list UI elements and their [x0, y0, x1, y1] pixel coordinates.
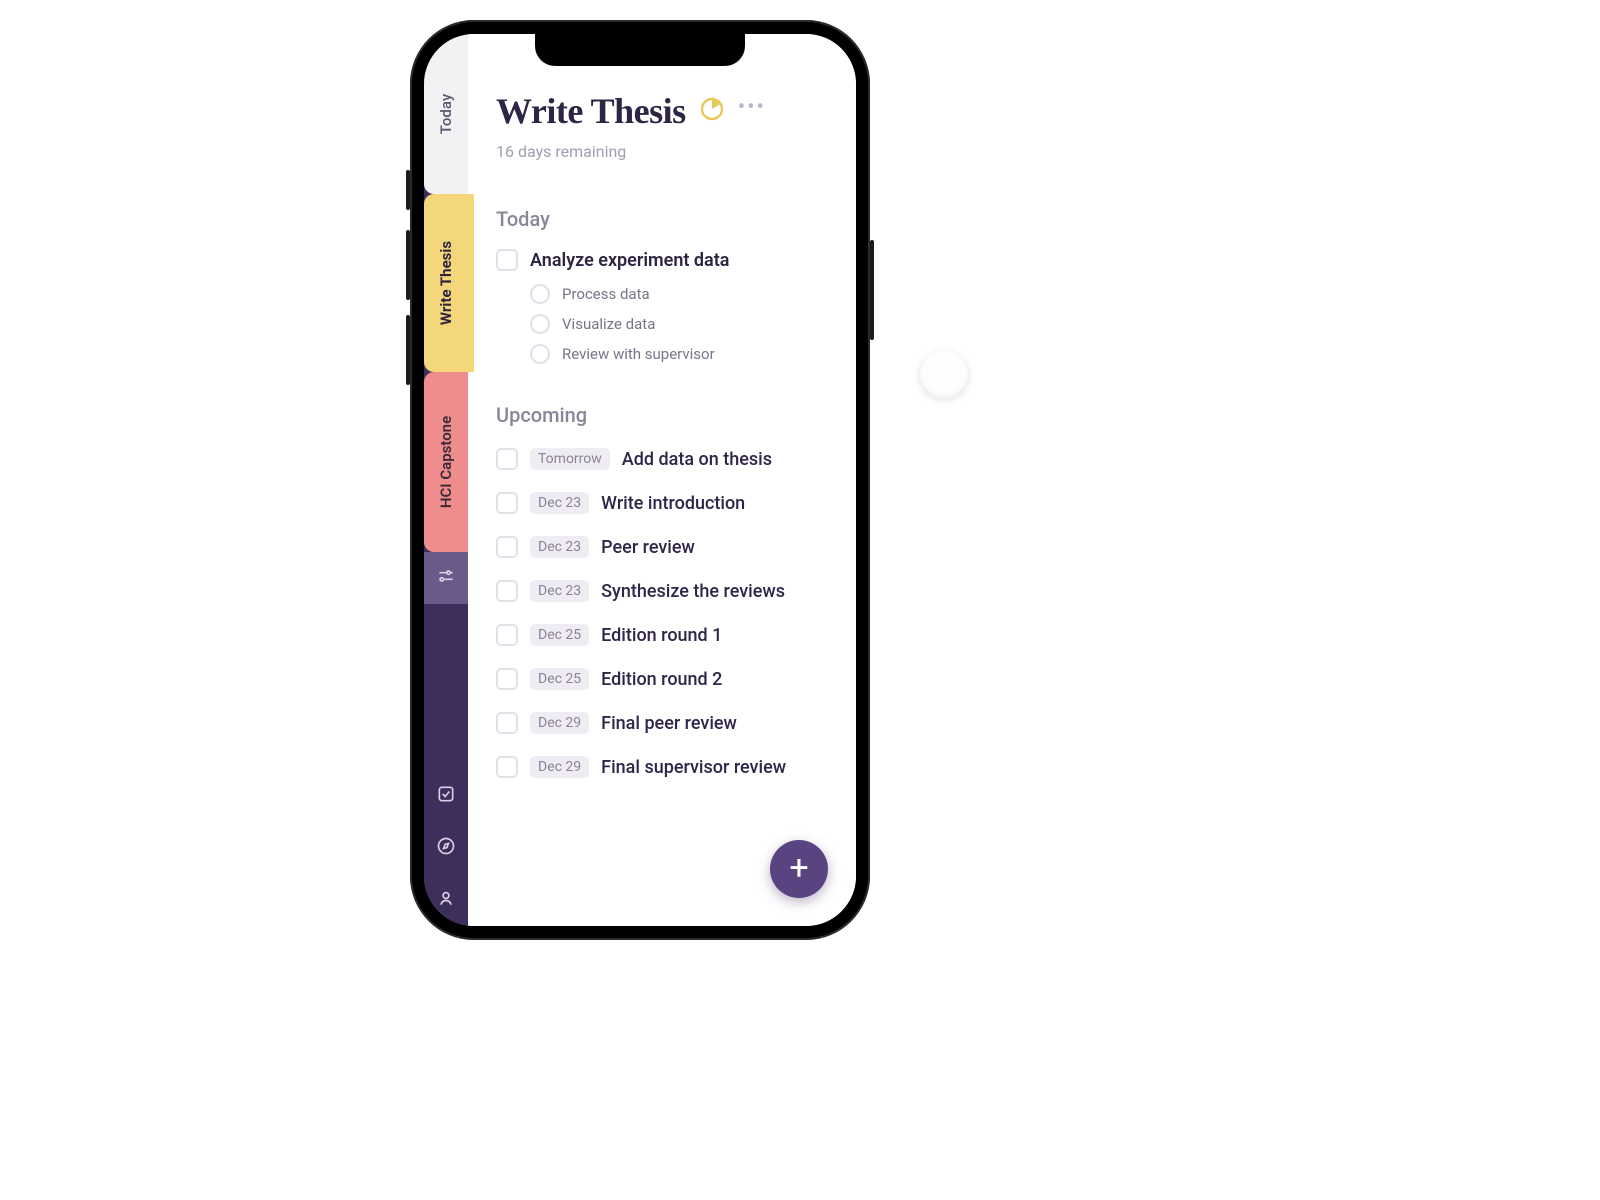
task-checkbox[interactable]: [496, 756, 518, 778]
subtask-label: Process data: [562, 285, 650, 303]
subtask-label: Review with supervisor: [562, 345, 715, 363]
main-content: Write Thesis ••• 16 days remaining Today…: [468, 34, 856, 926]
task-row[interactable]: Dec 29 Final peer review: [496, 701, 836, 745]
task-row[interactable]: Dec 23 Synthesize the reviews: [496, 569, 836, 613]
section-heading-upcoming: Upcoming: [496, 403, 836, 427]
subtask-radio[interactable]: [530, 314, 550, 334]
sidebar-spacer: [424, 604, 468, 770]
sidebar-tab-hci-capstone[interactable]: HCI Capstone: [424, 372, 468, 552]
phone-volume-up: [406, 230, 410, 300]
task-checkbox[interactable]: [496, 712, 518, 734]
sidebar-explore-button[interactable]: [424, 822, 468, 874]
phone-mute-switch: [406, 170, 410, 210]
checkbox-icon: [436, 784, 456, 808]
task-label: Edition round 2: [601, 669, 722, 690]
subtask-list: Process data Visualize data Review with …: [530, 279, 836, 369]
subtask-label: Visualize data: [562, 315, 655, 333]
date-chip: Dec 29: [530, 712, 589, 734]
phone-notch: [535, 34, 745, 66]
task-checkbox[interactable]: [496, 448, 518, 470]
clock-icon[interactable]: [700, 97, 724, 125]
plus-icon: +: [789, 851, 808, 885]
sidebar-rail: Today Write Thesis HCI Capstone: [424, 34, 468, 926]
subtask-row[interactable]: Process data: [530, 279, 836, 309]
add-task-button[interactable]: +: [770, 840, 828, 898]
sidebar-tab-label: Today: [437, 94, 455, 134]
task-checkbox[interactable]: [496, 668, 518, 690]
sidebar-tab-write-thesis[interactable]: Write Thesis: [424, 194, 468, 372]
sidebar-filter-button[interactable]: [424, 552, 468, 604]
date-chip: Dec 25: [530, 668, 589, 690]
task-label: Analyze experiment data: [530, 250, 729, 271]
phone-screen: Today Write Thesis HCI Capstone: [424, 34, 856, 926]
task-label: Final peer review: [601, 713, 737, 734]
phone-volume-down: [406, 315, 410, 385]
date-chip: Dec 25: [530, 624, 589, 646]
task-label: Synthesize the reviews: [601, 581, 785, 602]
sidebar-tasks-button[interactable]: [424, 770, 468, 822]
task-row[interactable]: Tomorrow Add data on thesis: [496, 437, 836, 481]
phone-frame: Today Write Thesis HCI Capstone: [410, 20, 870, 940]
task-checkbox[interactable]: [496, 492, 518, 514]
task-label: Peer review: [601, 537, 695, 558]
task-row[interactable]: Analyze experiment data: [496, 241, 836, 279]
person-icon: [436, 888, 456, 912]
upcoming-list: Tomorrow Add data on thesis Dec 23 Write…: [496, 437, 836, 789]
date-chip: Dec 29: [530, 756, 589, 778]
date-chip: Tomorrow: [530, 448, 610, 470]
cursor-indicator: [920, 350, 968, 398]
task-row[interactable]: Dec 25 Edition round 1: [496, 613, 836, 657]
subtask-row[interactable]: Review with supervisor: [530, 339, 836, 369]
days-remaining: 16 days remaining: [496, 142, 836, 161]
task-label: Write introduction: [601, 493, 745, 514]
phone-power-button: [870, 240, 874, 340]
more-icon[interactable]: •••: [738, 97, 766, 125]
compass-icon: [436, 836, 456, 860]
sidebar-tab-label: HCI Capstone: [437, 416, 455, 508]
subtask-radio[interactable]: [530, 284, 550, 304]
task-row[interactable]: Dec 29 Final supervisor review: [496, 745, 836, 789]
task-row[interactable]: Dec 25 Edition round 2: [496, 657, 836, 701]
date-chip: Dec 23: [530, 492, 589, 514]
section-heading-today: Today: [496, 207, 836, 231]
task-label: Edition round 1: [601, 625, 722, 646]
task-row[interactable]: Dec 23 Write introduction: [496, 481, 836, 525]
sliders-icon: [436, 566, 456, 590]
date-chip: Dec 23: [530, 580, 589, 602]
task-checkbox[interactable]: [496, 536, 518, 558]
task-checkbox[interactable]: [496, 580, 518, 602]
date-chip: Dec 23: [530, 536, 589, 558]
sidebar-tab-today[interactable]: Today: [424, 34, 468, 194]
task-label: Final supervisor review: [601, 757, 786, 778]
subtask-row[interactable]: Visualize data: [530, 309, 836, 339]
sidebar-tab-label: Write Thesis: [437, 241, 455, 325]
task-label: Add data on thesis: [622, 449, 772, 470]
task-checkbox[interactable]: [496, 624, 518, 646]
page-title: Write Thesis: [496, 90, 686, 132]
title-row: Write Thesis •••: [496, 90, 836, 132]
sidebar-profile-button[interactable]: [424, 874, 468, 926]
task-row[interactable]: Dec 23 Peer review: [496, 525, 836, 569]
task-checkbox[interactable]: [496, 249, 518, 271]
subtask-radio[interactable]: [530, 344, 550, 364]
